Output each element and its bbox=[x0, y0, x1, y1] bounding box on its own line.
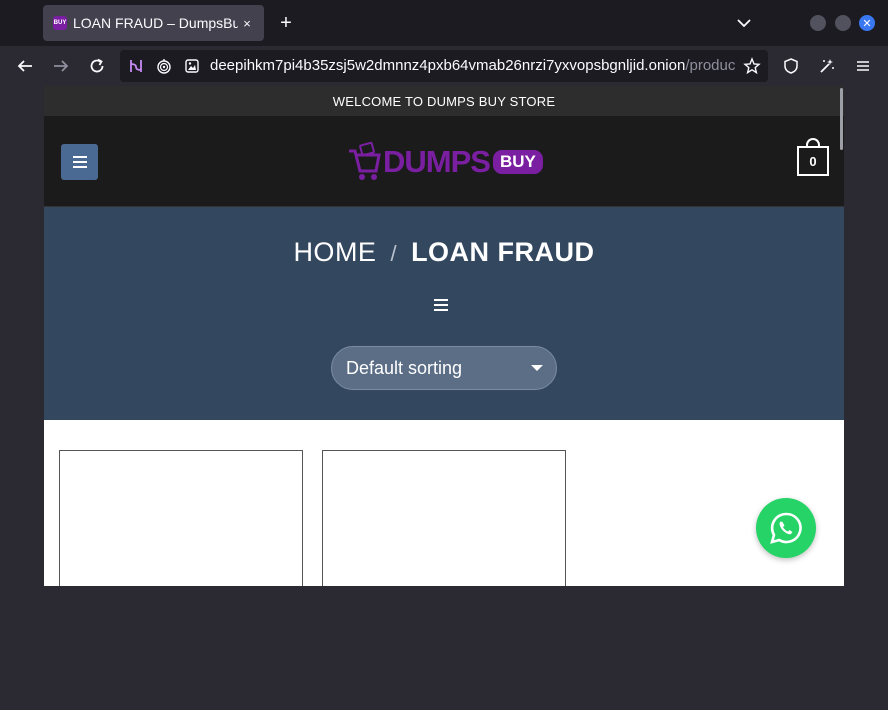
list-all-tabs-icon[interactable] bbox=[735, 14, 753, 32]
whatsapp-icon bbox=[770, 512, 802, 544]
tor-circuit-icon[interactable] bbox=[126, 56, 146, 76]
menu-line bbox=[72, 156, 87, 158]
whatsapp-chat-button[interactable] bbox=[756, 498, 816, 558]
extensions-icon[interactable] bbox=[817, 56, 837, 76]
product-grid bbox=[44, 420, 844, 586]
url-main: deepihkm7pi4b35zsj5w2dmnnz4pxb64vmab26nr… bbox=[210, 57, 686, 74]
menu-line bbox=[434, 299, 448, 301]
menu-toggle-button[interactable] bbox=[61, 144, 98, 180]
url-bar[interactable]: deepihkm7pi4b35zsj5w2dmnnz4pxb64vmab26nr… bbox=[120, 50, 768, 82]
nav-toolbar: deepihkm7pi4b35zsj5w2dmnnz4pxb64vmab26nr… bbox=[0, 46, 888, 86]
site-logo[interactable]: DUMPS BUY bbox=[347, 138, 543, 186]
menu-line bbox=[72, 166, 87, 168]
back-icon[interactable] bbox=[15, 56, 35, 76]
forward-icon[interactable] bbox=[51, 56, 71, 76]
site-header: DUMPS BUY 0 bbox=[44, 116, 844, 207]
shield-icon[interactable] bbox=[781, 56, 801, 76]
menu-line bbox=[72, 161, 87, 163]
caret-down-icon bbox=[531, 365, 543, 371]
close-window-button[interactable]: ✕ bbox=[859, 15, 875, 31]
url-text[interactable]: deepihkm7pi4b35zsj5w2dmnnz4pxb64vmab26nr… bbox=[210, 57, 735, 74]
url-path: /product-category/loan-fraud/ bbox=[685, 57, 735, 74]
tab-active[interactable]: BUY LOAN FRAUD – DumpsBuy × bbox=[43, 5, 264, 41]
reload-icon[interactable] bbox=[87, 56, 107, 76]
minimize-button[interactable] bbox=[810, 15, 826, 31]
filter-menu-icon[interactable] bbox=[434, 299, 448, 311]
hamburger-menu-icon[interactable] bbox=[853, 56, 873, 76]
logo-wordmark: DUMPS bbox=[383, 144, 491, 179]
breadcrumb-current: LOAN FRAUD bbox=[411, 237, 595, 267]
page-hero: HOME / LOAN FRAUD Default sorting bbox=[44, 207, 844, 420]
tab-favicon-icon: BUY bbox=[53, 16, 67, 30]
breadcrumb-home-link[interactable]: HOME bbox=[293, 237, 376, 267]
page-viewport: WELCOME TO DUMPS BUY STORE DUMPS BUY 0 H… bbox=[44, 86, 844, 586]
page-scrollbar[interactable] bbox=[840, 88, 843, 150]
product-card[interactable] bbox=[59, 450, 303, 586]
new-tab-icon[interactable]: + bbox=[276, 12, 296, 34]
breadcrumb: HOME / LOAN FRAUD bbox=[44, 237, 844, 268]
cart-button[interactable]: 0 bbox=[797, 146, 829, 176]
menu-line bbox=[434, 309, 448, 311]
onion-icon[interactable] bbox=[154, 56, 174, 76]
breadcrumb-separator: / bbox=[390, 241, 398, 266]
tab-strip: BUY LOAN FRAUD – DumpsBuy × + ✕ bbox=[0, 0, 888, 46]
tab-title: LOAN FRAUD – DumpsBuy bbox=[73, 15, 239, 31]
sort-select[interactable]: Default sorting bbox=[331, 346, 557, 390]
product-card[interactable] bbox=[322, 450, 566, 586]
maximize-button[interactable] bbox=[835, 15, 851, 31]
announcement-bar: WELCOME TO DUMPS BUY STORE bbox=[44, 86, 844, 116]
logo-badge: BUY bbox=[492, 150, 543, 174]
bookmark-star-icon[interactable] bbox=[742, 56, 762, 76]
page-info-icon[interactable] bbox=[182, 56, 202, 76]
shopping-cart-logo-icon bbox=[349, 141, 381, 180]
sort-selected-value: Default sorting bbox=[346, 357, 463, 378]
tab-close-icon[interactable]: × bbox=[238, 16, 256, 31]
menu-line bbox=[434, 304, 448, 306]
